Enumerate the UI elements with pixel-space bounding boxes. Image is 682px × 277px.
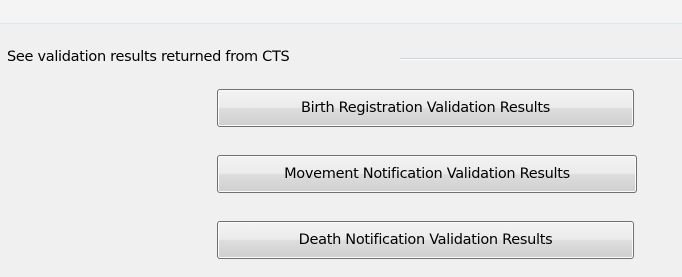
top-panel-area <box>0 0 682 24</box>
group-box-title: See validation results returned from CTS <box>7 49 293 65</box>
death-notification-validation-results-button[interactable]: Death Notification Validation Results <box>217 221 634 259</box>
movement-notification-validation-results-button[interactable]: Movement Notification Validation Results <box>217 155 637 193</box>
group-box-border <box>400 58 682 60</box>
birth-registration-validation-results-button[interactable]: Birth Registration Validation Results <box>217 89 634 127</box>
